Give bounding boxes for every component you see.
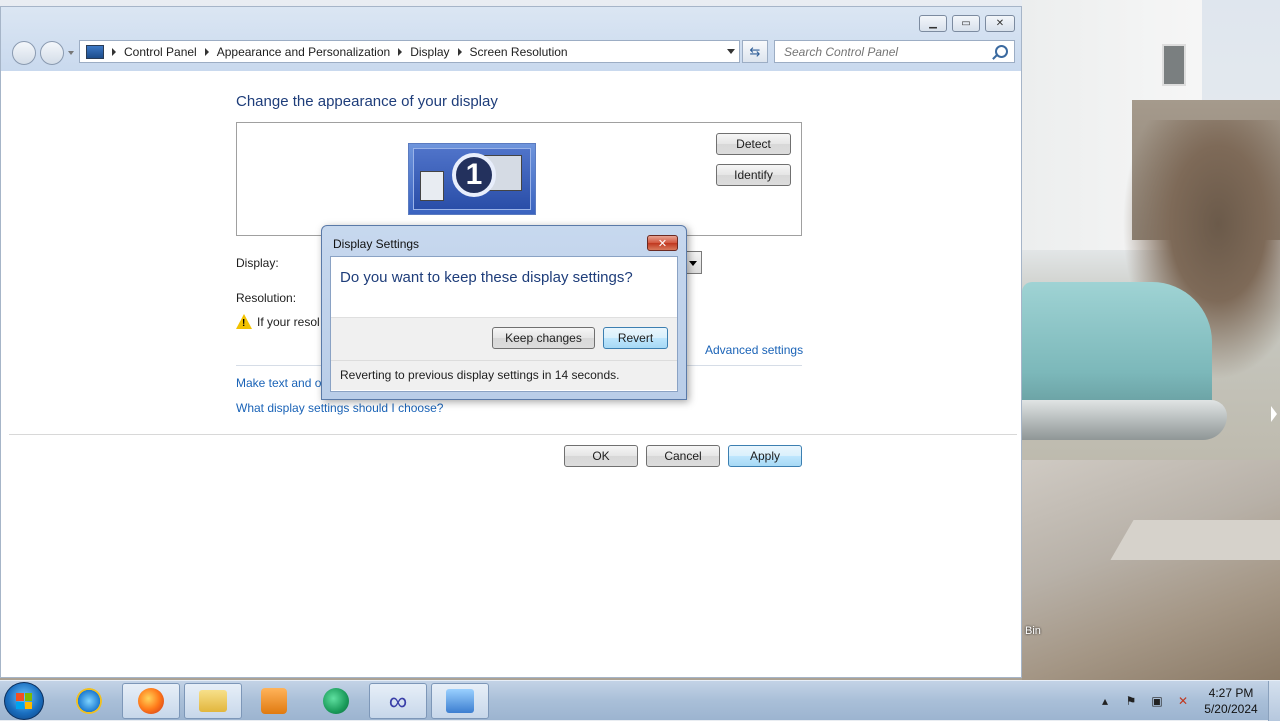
dialog-button-bar: Keep changes Revert Reverting to previou… [331, 317, 677, 390]
dialog-question: Do you want to keep these display settin… [340, 269, 633, 286]
warning-text: If your resol [257, 315, 320, 329]
search-box[interactable] [774, 40, 1015, 63]
identify-button[interactable]: Identify [716, 164, 791, 186]
forward-button[interactable] [40, 41, 64, 65]
revert-button[interactable]: Revert [603, 327, 668, 349]
breadcrumb-display[interactable]: Display [410, 45, 449, 59]
close-icon: ✕ [657, 237, 668, 250]
monitor-preview-area: 1 Detect Identify [236, 122, 802, 236]
wallpaper-walkway [1110, 520, 1280, 560]
keep-changes-button[interactable]: Keep changes [492, 327, 595, 349]
breadcrumb-appearance[interactable]: Appearance and Personalization [217, 45, 390, 59]
window-frame: ▁ ▭ ✕ Control Panel Appearance and Perso… [1, 7, 1021, 71]
what-display-settings-link[interactable]: What display settings should I choose? [236, 401, 443, 415]
address-dropdown-icon[interactable] [727, 49, 735, 54]
taskbar-file-explorer[interactable] [184, 683, 242, 719]
mouse-cursor [1271, 406, 1277, 422]
windows-logo-icon [16, 693, 32, 709]
taskbar-messenger[interactable] [307, 683, 365, 719]
show-hidden-icons-icon[interactable]: ▴ [1098, 694, 1112, 708]
breadcrumb-separator-icon[interactable] [112, 47, 116, 56]
action-center-flag-icon[interactable]: ⚑ [1124, 694, 1138, 708]
infinity-icon: ∞ [388, 686, 408, 716]
page-title: Change the appearance of your display [236, 93, 498, 110]
show-desktop-button[interactable] [1268, 681, 1280, 721]
wallpaper-bumper [1022, 400, 1227, 440]
network-icon[interactable]: ▣ [1150, 694, 1164, 708]
mini-window-icon [420, 171, 444, 201]
refresh-icon: ⇆ [749, 43, 761, 59]
taskbar-media-player[interactable] [245, 683, 303, 719]
make-text-larger-link[interactable]: Make text and ot [236, 376, 325, 390]
firefox-icon [138, 688, 164, 714]
divider [331, 360, 677, 361]
display-label: Display: [236, 256, 279, 270]
resolution-label: Resolution: [236, 291, 297, 305]
taskbar-internet-explorer[interactable] [60, 683, 118, 719]
search-icon[interactable] [995, 45, 1008, 58]
warning-exclamation: ! [242, 318, 246, 329]
breadcrumb-screen-resolution[interactable]: Screen Resolution [470, 45, 568, 59]
address-bar[interactable]: Control Panel Appearance and Personaliza… [79, 40, 740, 63]
clock-time: 4:27 PM [1208, 686, 1254, 700]
detect-button[interactable]: Detect [716, 133, 791, 155]
back-button[interactable] [12, 41, 36, 65]
system-tray: ▴ ⚑ ▣ ✕ [1098, 681, 1198, 721]
dialog-title: Display Settings [333, 237, 420, 251]
breadcrumb-separator-icon[interactable] [457, 47, 462, 56]
maximize-button[interactable]: ▭ [952, 15, 980, 32]
desktop-wallpaper [1022, 0, 1280, 680]
clock[interactable]: 4:27 PM 5/20/2024 [1197, 685, 1265, 717]
start-button[interactable] [4, 682, 44, 720]
media-player-icon [261, 688, 287, 714]
breadcrumb-separator-icon[interactable] [204, 47, 209, 56]
breadcrumb-separator-icon[interactable] [398, 47, 403, 56]
breadcrumb-control-panel[interactable]: Control Panel [124, 45, 197, 59]
wallpaper-ground [1022, 460, 1280, 680]
display-dropdown-arrow-icon[interactable] [685, 251, 702, 274]
clock-date: 5/20/2024 [1204, 702, 1258, 716]
control-panel-icon [86, 44, 104, 59]
advanced-settings-link[interactable]: Advanced settings [705, 343, 803, 357]
refresh-button[interactable]: ⇆ [742, 40, 768, 63]
volume-muted-icon[interactable]: ✕ [1176, 694, 1190, 708]
taskbar: ∞ ▴ ⚑ ▣ ✕ 4:27 PM 5/20/2024 [0, 680, 1280, 721]
taskbar-infinity-app[interactable]: ∞ [369, 683, 427, 719]
messenger-icon [323, 688, 349, 714]
cancel-button[interactable]: Cancel [646, 445, 720, 467]
dialog-close-button[interactable]: ✕ [647, 235, 678, 251]
apply-button[interactable]: Apply [728, 445, 802, 467]
search-input[interactable] [782, 43, 986, 60]
monitor-1-tile[interactable]: 1 [408, 143, 536, 215]
monitor-number: 1 [452, 153, 496, 197]
ok-button[interactable]: OK [564, 445, 638, 467]
display-settings-dialog: Display Settings ✕ Do you want to keep t… [321, 225, 687, 400]
recycle-bin-label[interactable]: Bin [1025, 625, 1041, 637]
divider [9, 434, 1017, 435]
taskbar-firefox[interactable] [122, 683, 180, 719]
folder-icon [199, 690, 227, 712]
dialog-body: Do you want to keep these display settin… [330, 256, 678, 392]
recent-pages-dropdown-icon[interactable] [68, 51, 74, 55]
revert-countdown-text: Reverting to previous display settings i… [340, 368, 620, 382]
minimize-button[interactable]: ▁ [919, 15, 947, 32]
control-panel-icon [446, 689, 474, 713]
close-button[interactable]: ✕ [985, 15, 1015, 32]
taskbar-control-panel[interactable] [431, 683, 489, 719]
internet-explorer-icon [76, 688, 102, 714]
